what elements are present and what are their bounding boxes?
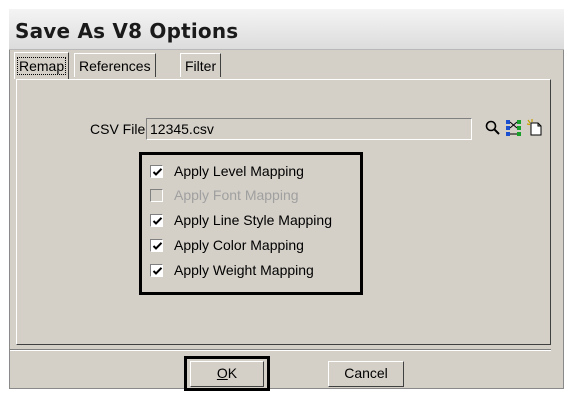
button-divider	[10, 349, 551, 351]
checkmark-icon	[152, 217, 163, 225]
line-style-mapping-checkbox[interactable]	[150, 214, 163, 227]
map-icon[interactable]	[505, 119, 523, 137]
tab-remap-label: Remap	[16, 57, 67, 75]
tab-filter-label: Filter	[185, 58, 217, 74]
dialog-title: Save As V8 Options	[15, 19, 239, 43]
font-mapping-checkbox[interactable]	[150, 189, 163, 202]
cancel-label: Cancel	[344, 365, 388, 381]
tab-references[interactable]: References	[74, 53, 156, 77]
checkmark-icon	[152, 168, 163, 176]
new-file-icon[interactable]	[526, 119, 544, 137]
level-mapping-checkbox[interactable]	[150, 165, 163, 178]
ok-mnemonic: O	[216, 365, 228, 381]
level-mapping-label: Apply Level Mapping	[174, 163, 304, 179]
title-bar[interactable]: Save As V8 Options	[9, 9, 564, 50]
checkmark-icon	[152, 267, 163, 275]
search-icon[interactable]	[484, 119, 502, 137]
ok-label-rest: K	[227, 365, 238, 381]
cancel-button[interactable]: Cancel	[328, 361, 404, 387]
weight-mapping-checkbox[interactable]	[150, 264, 163, 277]
font-mapping-label: Apply Font Mapping	[174, 187, 299, 203]
color-mapping-checkbox[interactable]	[150, 239, 163, 252]
csv-file-field[interactable]: 12345.csv	[146, 118, 472, 140]
weight-mapping-label: Apply Weight Mapping	[174, 262, 314, 278]
tab-references-label: References	[79, 58, 151, 74]
tab-filter[interactable]: Filter	[180, 53, 222, 77]
color-mapping-label: Apply Color Mapping	[174, 237, 304, 253]
csv-file-label: CSV File	[90, 121, 146, 137]
tab-remap[interactable]: Remap	[14, 52, 70, 79]
ok-button[interactable]: OK	[190, 361, 264, 387]
checkmark-icon	[152, 242, 163, 250]
line-style-mapping-label: Apply Line Style Mapping	[174, 212, 332, 228]
